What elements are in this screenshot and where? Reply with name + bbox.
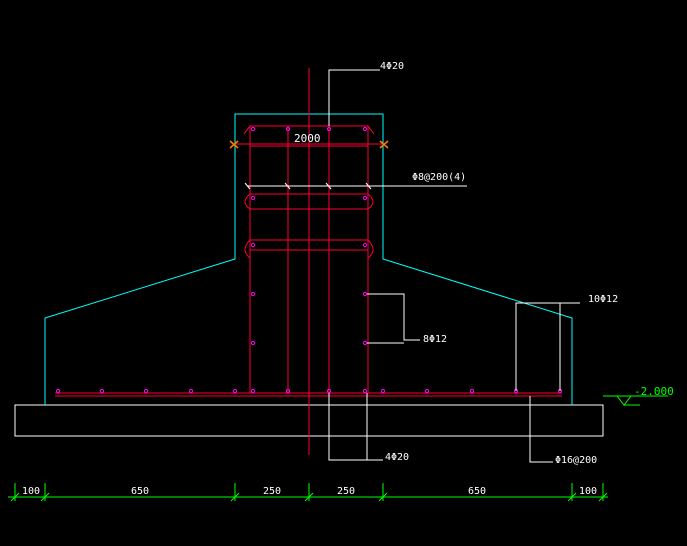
- section-width-label: 2000: [294, 132, 321, 145]
- dim-250-right: 250: [337, 486, 355, 497]
- dim-250-left: 250: [263, 486, 281, 497]
- side-bars-label: 8Φ12: [423, 334, 447, 345]
- bottom-bars-label: 4Φ20: [385, 452, 409, 463]
- top-bars-label: 4Φ20: [380, 61, 404, 72]
- foundation-section-drawing: 2000 4Φ20 Φ8@200(4) 8Φ12 10Φ12 4Φ20 Φ16@…: [8, 61, 674, 502]
- elevation-label: -2.000: [634, 385, 674, 398]
- dim-100-right: 100: [579, 486, 597, 497]
- leader-lines: [247, 69, 580, 463]
- dimension-line: [8, 483, 608, 502]
- footing-bars-label: 10Φ12: [588, 294, 618, 305]
- bottom-mesh-label: Φ16@200: [555, 455, 597, 466]
- dim-650-right: 650: [468, 486, 486, 497]
- stirrup-label: Φ8@200(4): [412, 172, 466, 183]
- dim-100-left: 100: [22, 486, 40, 497]
- dim-650-left: 650: [131, 486, 149, 497]
